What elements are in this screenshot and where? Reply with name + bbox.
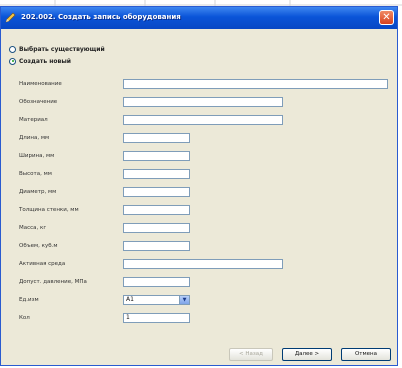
unit-select[interactable]: A1 ▼ [123, 295, 190, 305]
label-material: Материал [19, 117, 48, 123]
radio-checked-icon [9, 57, 16, 65]
label-height: Высота, мм [19, 171, 52, 177]
label-width: Ширина, мм [19, 153, 55, 159]
radio-select-existing-label: Выбрать существующий [19, 45, 105, 53]
label-wall-thickness: Толщина стенки, мм [19, 207, 79, 213]
label-mass: Масса, кг [19, 225, 47, 231]
material-field[interactable] [123, 115, 283, 125]
cancel-button[interactable]: Отмена [341, 348, 391, 361]
label-volume: Объем, куб.м [19, 243, 58, 249]
label-unit: Ед.изм [19, 297, 39, 303]
radio-create-new-label: Создать новый [19, 57, 71, 65]
label-active-medium: Активная среда [19, 261, 66, 267]
volume-field[interactable] [123, 241, 190, 251]
allowed-pressure-field[interactable] [123, 277, 190, 287]
active-medium-field[interactable] [123, 259, 283, 269]
label-name: Наименование [19, 81, 62, 87]
length-field[interactable] [123, 133, 190, 143]
mass-field[interactable] [123, 223, 190, 233]
radio-icon [9, 45, 16, 53]
radio-select-existing[interactable]: Выбрать существующий [9, 44, 105, 54]
label-quantity: Кол [19, 315, 30, 321]
name-field[interactable] [123, 79, 388, 89]
back-button[interactable]: < Назад [229, 348, 273, 361]
unit-select-value: A1 [126, 296, 134, 303]
radio-create-new[interactable]: Создать новый [9, 56, 71, 66]
label-allowed-pressure: Допуст. давление, МПа [19, 279, 87, 285]
chevron-down-icon[interactable]: ▼ [179, 296, 189, 304]
wall-thickness-field[interactable] [123, 205, 190, 215]
close-button[interactable]: ✕ [379, 10, 394, 25]
height-field[interactable] [123, 169, 190, 179]
diameter-field[interactable] [123, 187, 190, 197]
equipment-dialog: 202.002. Создать запись оборудования ✕ В… [0, 6, 398, 366]
label-designation: Обозначение [19, 99, 58, 105]
title-bar: 202.002. Создать запись оборудования ✕ [1, 7, 397, 29]
width-field[interactable] [123, 151, 190, 161]
window-title: 202.002. Создать запись оборудования [21, 13, 181, 21]
quantity-field[interactable]: 1 [123, 313, 190, 323]
label-diameter: Диаметр, мм [19, 189, 57, 195]
label-length: Длина, мм [19, 135, 50, 141]
next-button[interactable]: Далее > [282, 348, 332, 361]
designation-field[interactable] [123, 97, 283, 107]
pencil-icon [5, 12, 16, 23]
